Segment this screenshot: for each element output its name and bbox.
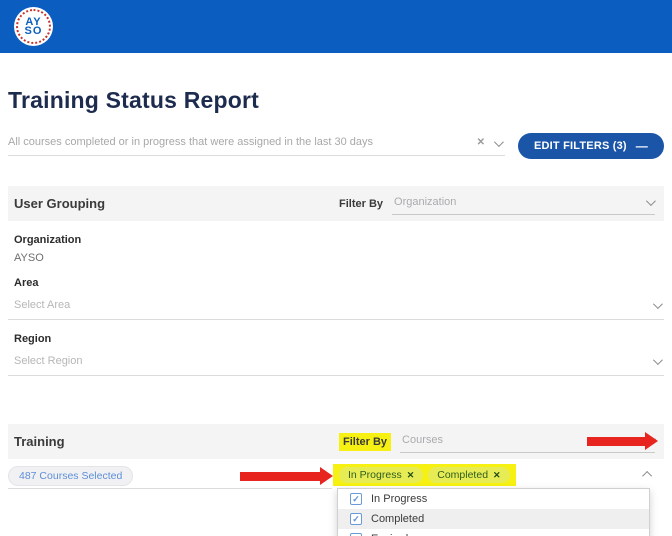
area-label: Area	[14, 277, 664, 289]
region-field: Region Select Region	[8, 333, 664, 376]
user-grouping-filter-placeholder: Organization	[394, 196, 456, 208]
section-training-bar: Training Filter By Courses	[8, 424, 664, 459]
saved-filter-description: All courses completed or in progress tha…	[8, 136, 373, 148]
filter-by-label-highlighted: Filter By	[339, 433, 391, 451]
organization-value: AYSO	[14, 252, 664, 264]
training-filter-placeholder: Courses	[402, 434, 443, 446]
status-dropdown: ✓ In Progress ✓ Completed Expired	[337, 488, 650, 536]
chevron-down-icon[interactable]	[653, 299, 663, 309]
remove-chip-icon[interactable]: ✕	[493, 470, 501, 481]
chevron-down-icon[interactable]	[646, 196, 656, 206]
checkbox-checked-icon[interactable]: ✓	[350, 493, 362, 505]
chip-in-progress-label: In Progress	[348, 469, 402, 481]
chip-completed-label: Completed	[437, 469, 488, 481]
region-label: Region	[14, 333, 664, 345]
option-expired[interactable]: Expired	[338, 529, 649, 536]
saved-filter-row: All courses completed or in progress tha…	[8, 133, 664, 159]
area-placeholder: Select Area	[14, 299, 70, 311]
courses-select-underline	[8, 488, 332, 489]
chip-completed[interactable]: Completed ✕	[428, 467, 509, 483]
section-title-user-grouping: User Grouping	[14, 196, 339, 211]
section-user-grouping-bar: User Grouping Filter By Organization	[8, 186, 664, 221]
ayso-logo[interactable]: AY SO	[14, 7, 53, 46]
courses-selected-chip[interactable]: 487 Courses Selected	[8, 466, 133, 486]
chip-in-progress[interactable]: In Progress ✕	[339, 467, 423, 483]
logo-red-ring	[16, 9, 51, 44]
option-completed-label: Completed	[371, 513, 424, 525]
app-header: AY SO	[0, 0, 672, 53]
red-arrow-annotation	[240, 472, 320, 481]
edit-filters-label: EDIT FILTERS (3)	[534, 140, 627, 152]
option-in-progress-label: In Progress	[371, 493, 427, 505]
checkbox-checked-icon[interactable]: ✓	[350, 513, 362, 525]
training-selection-row: 487 Courses Selected In Progress ✕ Compl…	[8, 463, 664, 489]
red-arrow-annotation	[587, 437, 645, 446]
organization-label: Organization	[14, 234, 664, 246]
remove-chip-icon[interactable]: ✕	[407, 470, 415, 481]
report-page: Training Status Report All courses compl…	[0, 87, 672, 536]
option-completed[interactable]: ✓ Completed	[338, 509, 649, 529]
chevron-up-icon[interactable]	[642, 471, 652, 481]
region-select[interactable]: Select Region	[8, 355, 664, 376]
highlighted-chips-box: In Progress ✕ Completed ✕	[333, 464, 516, 486]
clear-filter-icon[interactable]: ✕	[477, 138, 485, 148]
chevron-down-icon[interactable]	[653, 355, 663, 365]
saved-filter-select[interactable]: All courses completed or in progress tha…	[8, 136, 505, 156]
chevron-down-icon[interactable]	[494, 137, 504, 147]
edit-filters-button[interactable]: EDIT FILTERS (3) —	[518, 133, 664, 159]
filter-by-label: Filter By	[339, 198, 383, 210]
region-placeholder: Select Region	[14, 355, 83, 367]
section-title-training: Training	[14, 434, 339, 449]
area-field: Area Select Area	[8, 277, 664, 320]
user-grouping-filter-select[interactable]: Organization	[392, 192, 655, 215]
minus-icon: —	[636, 139, 648, 153]
option-in-progress[interactable]: ✓ In Progress	[338, 489, 649, 509]
area-select[interactable]: Select Area	[8, 299, 664, 320]
organization-field: Organization AYSO	[8, 234, 664, 264]
page-title: Training Status Report	[8, 87, 664, 114]
